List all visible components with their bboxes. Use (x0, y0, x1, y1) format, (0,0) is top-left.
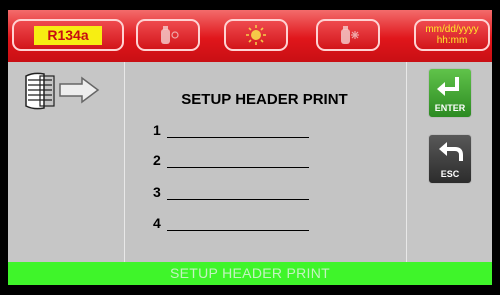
enter-label: ENTER (434, 103, 466, 113)
line-input[interactable] (167, 155, 309, 168)
top-bar: R134a mm/dd/yyyy hh:mm (8, 10, 492, 62)
header-line-1[interactable]: 1 (153, 120, 309, 138)
header-line-4[interactable]: 4 (153, 213, 309, 231)
right-panel: ENTER ESC (406, 62, 492, 262)
line-input[interactable] (167, 187, 309, 200)
gas-cylinder-snow-icon (341, 26, 359, 44)
esc-button[interactable]: ESC (428, 134, 472, 184)
enter-arrow-icon (437, 77, 459, 96)
refrigerant-label: R134a (34, 25, 102, 45)
screen: R134a mm/dd/yyyy hh:mm SETUP HEADER PRIN… (8, 10, 492, 285)
cooling-button[interactable] (316, 19, 380, 51)
line-number: 4 (153, 215, 161, 231)
refrigerant-button[interactable]: R134a (12, 19, 124, 51)
date-text: mm/dd/yyyy (425, 24, 479, 35)
status-bar: SETUP HEADER PRINT (8, 262, 492, 285)
datetime-button[interactable]: mm/dd/yyyy hh:mm (414, 19, 490, 51)
heat-button[interactable] (224, 19, 288, 51)
line-number: 3 (153, 184, 161, 200)
center-panel: SETUP HEADER PRINT 1 2 3 4 (125, 62, 404, 262)
back-arrow-icon (439, 142, 463, 161)
line-input[interactable] (167, 218, 309, 231)
header-line-3[interactable]: 3 (153, 182, 309, 200)
left-panel (8, 62, 125, 262)
esc-label: ESC (440, 169, 460, 179)
page-title: SETUP HEADER PRINT (181, 91, 348, 108)
line-number: 1 (153, 122, 161, 138)
gas-cylinder-icon (161, 26, 179, 44)
line-number: 2 (153, 152, 161, 168)
time-text: hh:mm (436, 35, 468, 46)
sun-icon (246, 25, 266, 45)
tank-button[interactable] (136, 19, 200, 51)
enter-button[interactable]: ENTER (428, 68, 472, 118)
header-line-2[interactable]: 2 (153, 150, 309, 168)
line-input[interactable] (167, 125, 309, 138)
paper-feed-icon (25, 72, 100, 110)
